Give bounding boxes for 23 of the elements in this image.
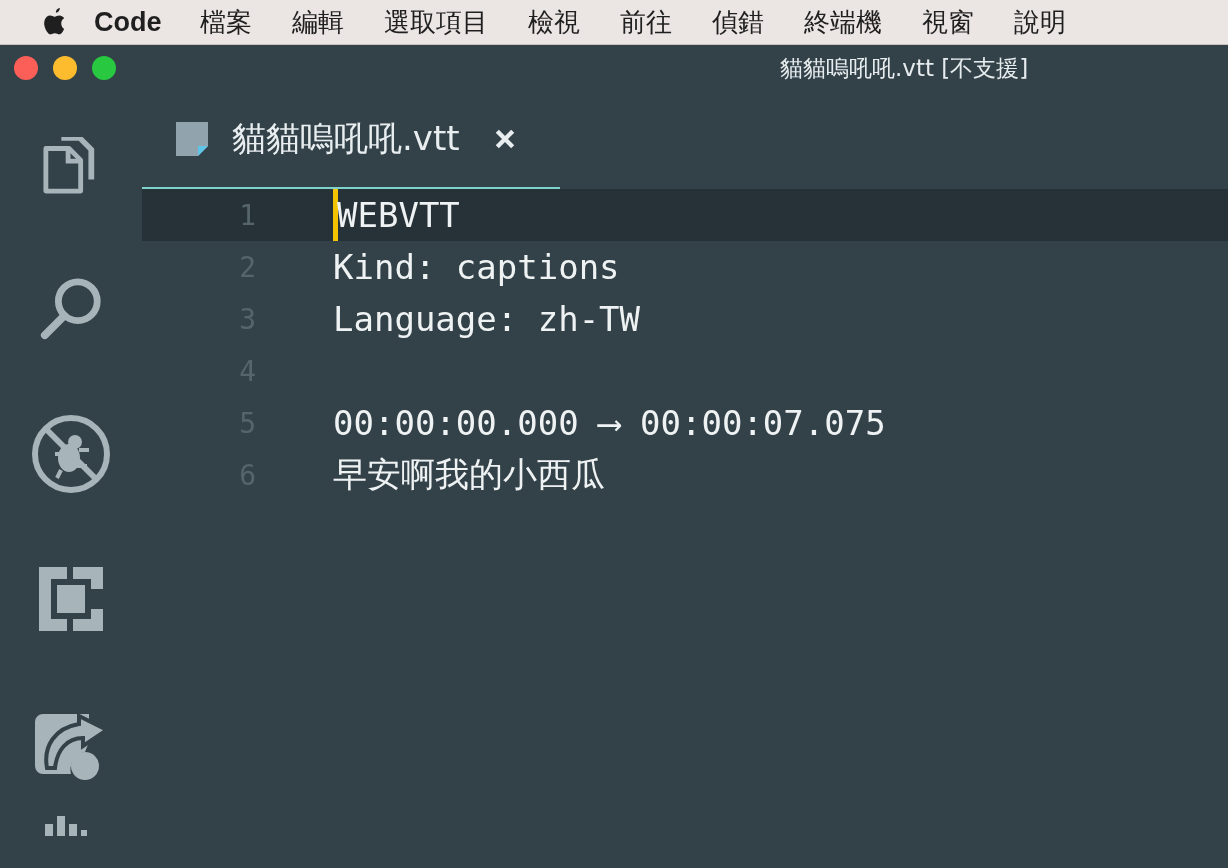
menu-item[interactable]: 終端機 [803, 4, 882, 40]
menu-item[interactable]: 選取項目 [383, 4, 488, 40]
code-line: 00:00:00.000 ⟶ 00:00:07.075 [333, 403, 886, 443]
zoom-window-button[interactable] [92, 56, 116, 80]
code-line: Language: zh-TW [333, 299, 641, 339]
no-bug-icon[interactable] [31, 413, 111, 494]
close-window-button[interactable] [14, 56, 38, 80]
menu-item[interactable]: 前往 [619, 4, 672, 40]
minimize-window-button[interactable] [53, 56, 77, 80]
menu-item[interactable]: 說明 [1013, 4, 1066, 40]
menu-item[interactable]: 檢視 [527, 4, 580, 40]
menu-item[interactable]: 偵錯 [711, 4, 764, 40]
menu-app-name[interactable]: Code [94, 6, 162, 38]
menu-item[interactable]: 編輯 [291, 4, 344, 40]
text-cursor [333, 189, 338, 241]
code-line: 早安啊我的小西瓜 [333, 453, 605, 496]
extensions-icon[interactable] [39, 566, 103, 631]
menu-item[interactable]: 檔案 [199, 4, 252, 40]
close-icon[interactable] [493, 128, 516, 150]
menu-item[interactable]: 視窗 [921, 4, 974, 40]
window-title: 貓貓嗚吼吼.vtt [不支援] [780, 53, 1029, 83]
code-line: Kind: captions [333, 247, 620, 287]
file-icon [176, 122, 208, 156]
